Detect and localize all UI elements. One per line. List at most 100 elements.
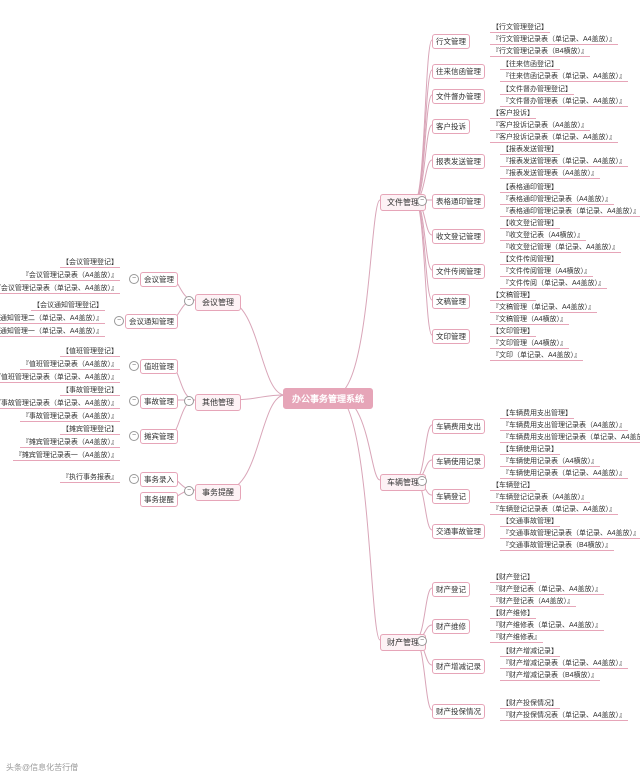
branch-meeting[interactable]: 会议管理 bbox=[195, 294, 241, 311]
leaf: 『收文登记管理（单记录、A4盖放）』 bbox=[500, 242, 621, 253]
leaf: 『车辆费用支出管理记录表（单记录、A4盖放）』 bbox=[500, 432, 640, 443]
leaf: 『车辆费用支出管理记录表（A4盖放）』 bbox=[500, 420, 628, 431]
leaf: 『文印（单记录、A4盖放）』 bbox=[490, 350, 583, 361]
leaf: 【交通事故管理】 bbox=[500, 516, 560, 527]
leaf: 『会议通知管理二（单记录、A4盖放）』 bbox=[0, 313, 105, 324]
sub-node[interactable]: 车辆使用记录 bbox=[432, 454, 485, 469]
leaf: 『表格通印管理记录表（单记录、A4盖放）』 bbox=[500, 206, 640, 217]
leaf: 『车辆登记记录表（A4盖放）』 bbox=[490, 492, 590, 503]
sub-node[interactable]: 文件传阅管理 bbox=[432, 264, 485, 279]
leaf: 『摊宾管理记录表（A4盖放）』 bbox=[20, 437, 120, 448]
leaf: 【文件传阅管理】 bbox=[500, 254, 560, 265]
leaf: 『文件传阅管理（A4横放）』 bbox=[500, 266, 593, 277]
leaf: 『文稿管理（A4横放）』 bbox=[490, 314, 569, 325]
leaf: 『文件传阅（单记录、A4盖放）』 bbox=[500, 278, 607, 289]
sub-node[interactable]: 文件督办管理 bbox=[432, 89, 485, 104]
leaf: 【文稿管理】 bbox=[490, 290, 536, 301]
leaf: 【会议通知管理登记】 bbox=[31, 300, 105, 311]
leaf: 『车辆使用记录表（A4横放）』 bbox=[500, 456, 600, 467]
toggle-icon[interactable]: − bbox=[129, 274, 139, 284]
toggle-icon[interactable]: − bbox=[417, 476, 427, 486]
leaf: 【摊宾管理登记】 bbox=[60, 424, 120, 435]
sub-node[interactable]: 事务提醒 bbox=[140, 492, 178, 507]
mindmap-canvas: 办公事务管理系统 会议管理 − 其他管理 − 事务提醒 − 会议管理 − 【会议… bbox=[0, 0, 640, 775]
leaf: 『行文管理记录表（单记录、A4盖放）』 bbox=[490, 34, 618, 45]
leaf: 【行文管理登记】 bbox=[490, 22, 550, 33]
sub-node[interactable]: 摊宾管理 bbox=[140, 429, 178, 444]
toggle-icon[interactable]: − bbox=[129, 361, 139, 371]
leaf: 【报表发送管理】 bbox=[500, 144, 560, 155]
sub-node[interactable]: 客户投诉 bbox=[432, 119, 470, 134]
sub-node[interactable]: 表格通印管理 bbox=[432, 194, 485, 209]
leaf: 『事故管理记录表（A4盖放）』 bbox=[20, 411, 120, 422]
toggle-icon[interactable]: − bbox=[129, 474, 139, 484]
leaf: 『车辆使用记录表（单记录、A4盖放）』 bbox=[500, 468, 628, 479]
sub-node[interactable]: 财产登记 bbox=[432, 582, 470, 597]
sub-node[interactable]: 财产投保情况 bbox=[432, 704, 485, 719]
leaf: 『往来信函记录表（单记录、A4盖放）』 bbox=[500, 71, 628, 82]
leaf: 『收文登记表（A4横放）』 bbox=[500, 230, 586, 241]
toggle-icon[interactable]: − bbox=[417, 196, 427, 206]
leaf: 『事故管理记录表（单记录、A4盖放）』 bbox=[0, 398, 120, 409]
leaf: 【文印管理】 bbox=[490, 326, 536, 337]
leaf: 『值班管理记录表（单记录、A4盖放）』 bbox=[0, 372, 120, 383]
leaf: 『财产投保情况表（单记录、A4盖放）』 bbox=[500, 710, 628, 721]
sub-node[interactable]: 会议管理 bbox=[140, 272, 178, 287]
leaf: 【会议管理登记】 bbox=[60, 257, 120, 268]
leaf: 【事故管理登记】 bbox=[60, 385, 120, 396]
sub-node[interactable]: 会议通知管理 bbox=[125, 314, 178, 329]
leaf: 【车辆费用支出管理】 bbox=[500, 408, 574, 419]
leaf: 『会议管理记录表（A4盖放）』 bbox=[20, 270, 120, 281]
leaf: 『客户投诉记录表（单记录、A4盖放）』 bbox=[490, 132, 618, 143]
toggle-icon[interactable]: − bbox=[184, 486, 194, 496]
leaf: 【客户投诉】 bbox=[490, 108, 536, 119]
branch-reminder[interactable]: 事务提醒 bbox=[195, 484, 241, 501]
sub-node[interactable]: 财产增减记录 bbox=[432, 659, 485, 674]
leaf: 『会议通知管理一（单记录、A4盖放）』 bbox=[0, 326, 105, 337]
sub-node[interactable]: 事务录入 bbox=[140, 472, 178, 487]
sub-node[interactable]: 财产维修 bbox=[432, 619, 470, 634]
sub-node[interactable]: 车辆费用支出 bbox=[432, 419, 485, 434]
watermark-text: 头条@信息化苦行僧 bbox=[6, 762, 78, 773]
sub-node[interactable]: 值班管理 bbox=[140, 359, 178, 374]
leaf: 【表格通印管理】 bbox=[500, 182, 560, 193]
root-node[interactable]: 办公事务管理系统 bbox=[283, 388, 373, 409]
sub-node[interactable]: 文稿管理 bbox=[432, 294, 470, 309]
sub-node[interactable]: 车辆登记 bbox=[432, 489, 470, 504]
leaf: 『交通事故管理记录表（单记录、A4盖放）』 bbox=[500, 528, 640, 539]
leaf: 『文件督办管理表（单记录、A4盖放）』 bbox=[500, 96, 628, 107]
leaf: 『会议管理记录表（单记录、A4盖放）』 bbox=[0, 283, 120, 294]
leaf: 『报表发送管理表（单记录、A4盖放）』 bbox=[500, 156, 628, 167]
leaf: 【财产投保情况】 bbox=[500, 698, 560, 709]
toggle-icon[interactable]: − bbox=[184, 296, 194, 306]
leaf: 『财产登记表（单记录、A4盖放）』 bbox=[490, 584, 604, 595]
leaf: 『报表发送管理表（A4盖放）』 bbox=[500, 168, 600, 179]
toggle-icon[interactable]: − bbox=[184, 396, 194, 406]
sub-node[interactable]: 往来信函管理 bbox=[432, 64, 485, 79]
leaf: 『执行事务报表』 bbox=[60, 472, 120, 483]
sub-node[interactable]: 交通事故管理 bbox=[432, 524, 485, 539]
leaf: 【值班管理登记】 bbox=[60, 346, 120, 357]
toggle-icon[interactable]: − bbox=[129, 431, 139, 441]
leaf: 『财产登记表（A4盖放）』 bbox=[490, 596, 576, 607]
sub-node[interactable]: 收文登记管理 bbox=[432, 229, 485, 244]
leaf: 『车辆登记记录表（单记录、A4盖放）』 bbox=[490, 504, 618, 515]
toggle-icon[interactable]: − bbox=[417, 636, 427, 646]
leaf: 『行文管理记录表（B4横放）』 bbox=[490, 46, 590, 57]
leaf: 【车辆登记】 bbox=[490, 480, 536, 491]
sub-node[interactable]: 文印管理 bbox=[432, 329, 470, 344]
sub-node[interactable]: 报表发送管理 bbox=[432, 154, 485, 169]
leaf: 『财产维修表』 bbox=[490, 632, 543, 643]
sub-node[interactable]: 行文管理 bbox=[432, 34, 470, 49]
leaf: 【财产登记】 bbox=[490, 572, 536, 583]
leaf: 【财产增减记录】 bbox=[500, 646, 560, 657]
leaf: 『财产增减记录表（B4横放）』 bbox=[500, 670, 600, 681]
leaf: 【财产维修】 bbox=[490, 608, 536, 619]
leaf: 『文印管理（A4横放）』 bbox=[490, 338, 569, 349]
leaf: 【收文登记管理】 bbox=[500, 218, 560, 229]
sub-node[interactable]: 事故管理 bbox=[140, 394, 178, 409]
leaf: 【往来信函登记】 bbox=[500, 59, 560, 70]
toggle-icon[interactable]: − bbox=[114, 316, 124, 326]
toggle-icon[interactable]: − bbox=[129, 396, 139, 406]
branch-other[interactable]: 其他管理 bbox=[195, 394, 241, 411]
